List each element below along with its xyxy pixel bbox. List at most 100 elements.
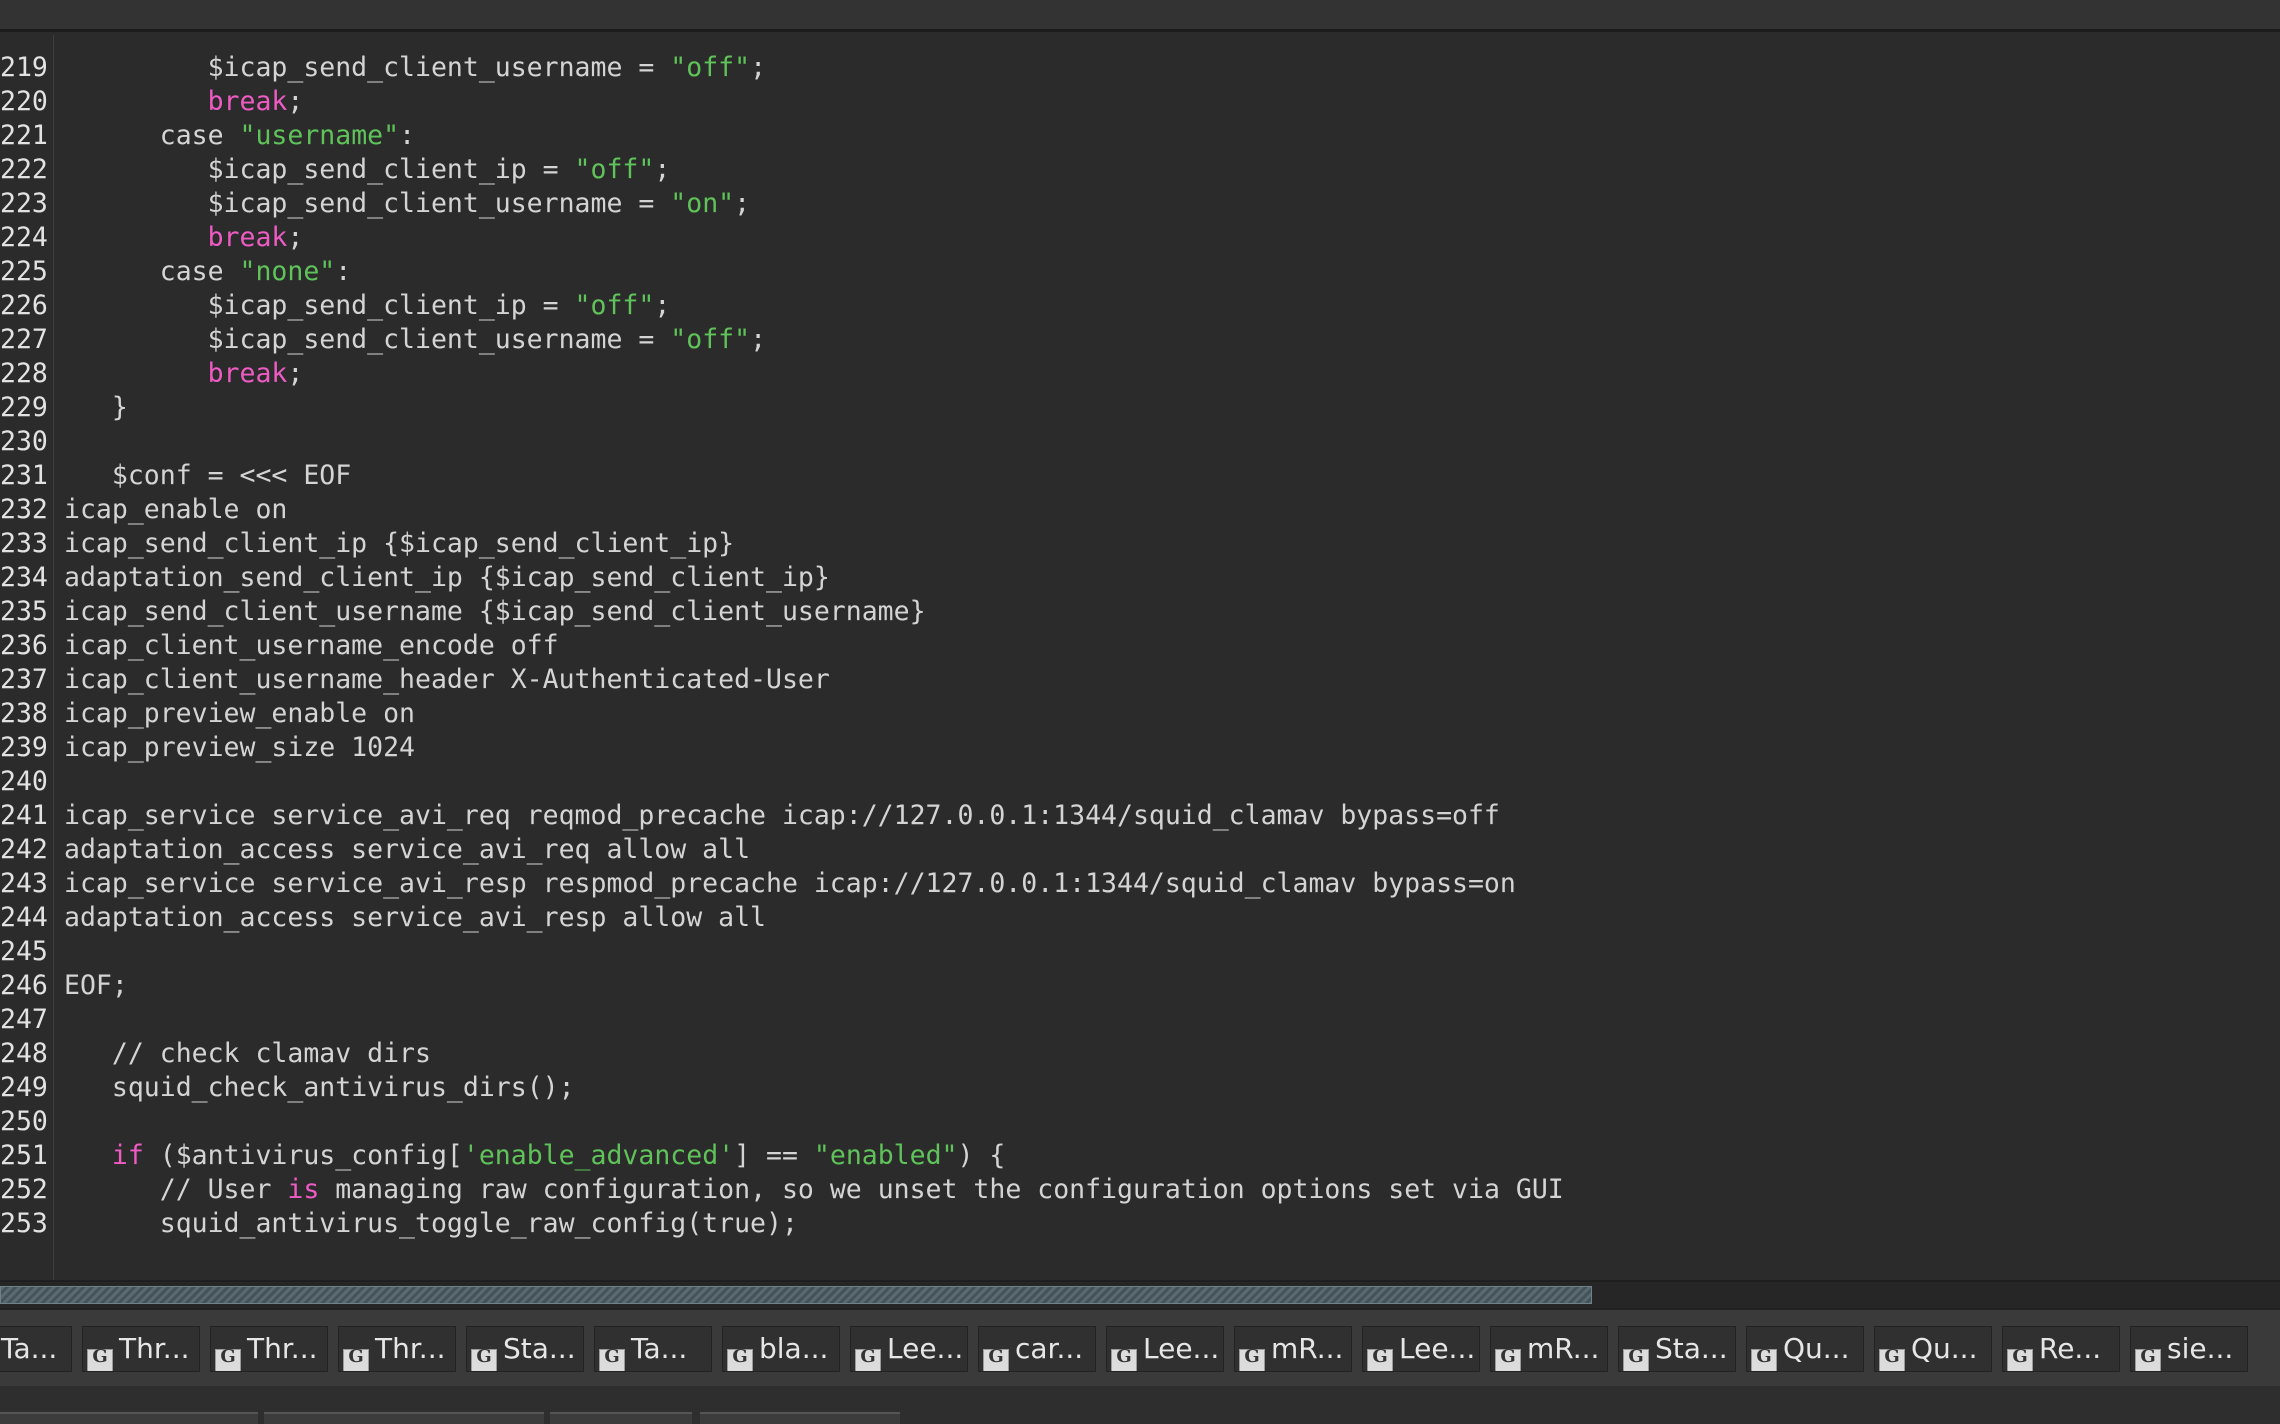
taskbar-tab[interactable]: G Lee... [1362,1326,1480,1372]
code-line[interactable]: 251 if ($antivirus_config['enable_advanc… [0,1139,2280,1173]
code-line[interactable]: 248 // check clamav dirs [0,1037,2280,1071]
code-line[interactable]: 240 [0,765,2280,799]
line-number: 243 [0,868,48,899]
taskbar-tab[interactable]: Ta... [0,1326,72,1372]
code-line[interactable]: 221 case "username": [0,119,2280,153]
code-line[interactable]: 232 icap_enable on [0,493,2280,527]
code-line[interactable]: 220 break; [0,85,2280,119]
taskbar-tab[interactable]: G Sta... [1618,1326,1736,1372]
taskbar-tab-label: Sta... [1655,1332,1728,1365]
taskbar-tab-label: bla... [759,1332,829,1365]
code-text: $icap_send_client_username = "off"; [64,323,766,357]
code-line[interactable]: 237 icap_client_username_header X-Authent… [0,663,2280,697]
code-line[interactable]: 231 $conf = <<< EOF [0,459,2280,493]
code-line[interactable]: 235 icap_send_client_username {$icap_send… [0,595,2280,629]
code-line[interactable]: 226 $icap_send_client_ip = "off"; [0,289,2280,323]
taskbar-tab[interactable]: GmR... [1490,1326,1608,1372]
code-line[interactable]: 249 squid_check_antivirus_dirs(); [0,1071,2280,1105]
code-line[interactable]: 250 [0,1105,2280,1139]
code-line[interactable]: 252 // User is managing raw configuratio… [0,1173,2280,1207]
code-text: } [64,391,128,425]
taskbar-tab[interactable]: G Lee... [1106,1326,1224,1372]
line-number: 240 [0,766,48,797]
taskbar-tab[interactable]: G Re... [2002,1326,2120,1372]
code-line[interactable]: 227 $icap_send_client_username = "off"; [0,323,2280,357]
taskbar-tab[interactable]: Gsie... [2130,1326,2248,1372]
line-number: 231 [0,460,48,491]
horizontal-scrollbar[interactable] [0,1280,2280,1308]
taskbar-tab-label: Re... [2039,1332,2102,1365]
code-line[interactable]: 236 icap_client_username_encode off [0,629,2280,663]
code-line[interactable]: 233 icap_send_client_ip {$icap_send_clien… [0,527,2280,561]
code-line[interactable]: 224 break; [0,221,2280,255]
taskbar-tab[interactable]: GmR... [1234,1326,1352,1372]
code-line[interactable]: 239 icap_preview_size 1024 [0,731,2280,765]
code-line[interactable]: 234 adaptation_send_client_ip {$icap_send… [0,561,2280,595]
taskbar-tab[interactable]: G Thr... [338,1326,456,1372]
code-line[interactable]: 222 $icap_send_client_ip = "off"; [0,153,2280,187]
code-line[interactable]: 246 EOF; [0,969,2280,1003]
code-line[interactable]: 247 [0,1003,2280,1037]
taskbar-tab[interactable]: G Ta... [594,1326,712,1372]
code-line[interactable]: 241 icap_service service_avi_req reqmod_p… [0,799,2280,833]
taskbar-tab[interactable]: G Qu... [1874,1326,1992,1372]
string-token: "off" [670,52,751,83]
taskbar-tab[interactable]: G Qu... [1746,1326,1864,1372]
code-line[interactable]: 228 break; [0,357,2280,391]
code-line[interactable]: 223 $icap_send_client_username = "on"; [0,187,2280,221]
code-line[interactable]: 225 case "none": [0,255,2280,289]
code-token: $icap_send_client_ip = [207,154,575,185]
scrollbar-thumb[interactable] [0,1286,1592,1304]
code-line[interactable]: 230 [0,425,2280,459]
code-text: case "none": [64,255,351,289]
code-line[interactable]: 242 adaptation_access service_avi_req all… [0,833,2280,867]
taskbar-tab-label: Lee... [887,1332,964,1365]
line-number: 227 [0,324,48,355]
keyword-token: if [111,1140,144,1171]
code-text: icap_preview_enable on [64,697,415,731]
code-editor[interactable]: 219 $icap_send_client_username = "off"; 2… [0,35,2280,1280]
line-number: 246 [0,970,48,1001]
status-segment [550,1412,692,1424]
code-token: case [159,256,240,287]
taskbar-tab[interactable]: G Thr... [82,1326,200,1372]
code-line[interactable]: 238 icap_preview_enable on [0,697,2280,731]
line-number: 233 [0,528,48,559]
code-line[interactable]: 219 $icap_send_client_username = "off"; [0,51,2280,85]
code-line[interactable]: 229 } [0,391,2280,425]
csd-document-icon: G [1367,1348,1393,1371]
code-line[interactable]: 253 squid_antivirus_toggle_raw_config(tr… [0,1207,2280,1241]
line-number: 247 [0,1004,48,1035]
taskbar-tab[interactable]: G Lee... [850,1326,968,1372]
code-text: case "username": [64,119,415,153]
code-token: ) { [957,1140,1006,1171]
code-token: icap_send_client_username {$icap_send_cl… [64,596,926,627]
code-token: ; [734,188,751,219]
code-token: icap_send_client_ip {$icap_send_client_i… [64,528,735,559]
code-text: adaptation_access service_avi_req allow … [64,833,750,867]
string-token: "none" [239,256,336,287]
csd-document-icon: G [1111,1348,1137,1371]
csd-document-icon: G [1239,1348,1265,1371]
line-number: 221 [0,120,48,151]
code-token: squid_check_antivirus_dirs(); [111,1072,575,1103]
taskbar-tab[interactable]: G Thr... [210,1326,328,1372]
taskbar-tab-label: mR... [1271,1332,1344,1365]
code-line[interactable]: 243 icap_service service_avi_resp respmod… [0,867,2280,901]
taskbar-tab-label: Thr... [119,1332,190,1365]
taskbar-tab-label: Sta... [503,1332,576,1365]
taskbar-tab-label: car... [1015,1332,1084,1365]
taskbar-tab-label: Qu... [1911,1332,1978,1365]
code-text: icap_service service_avi_resp respmod_pr… [64,867,1516,901]
code-line[interactable]: 245 [0,935,2280,969]
taskbar-tab[interactable]: Gcar... [978,1326,1096,1372]
code-line[interactable]: 244 adaptation_access service_avi_resp al… [0,901,2280,935]
taskbar-tab[interactable]: G Sta... [466,1326,584,1372]
code-text: $conf = <<< EOF [64,459,351,493]
code-token: EOF; [64,970,128,1001]
taskbar-tab[interactable]: Gbla... [722,1326,840,1372]
